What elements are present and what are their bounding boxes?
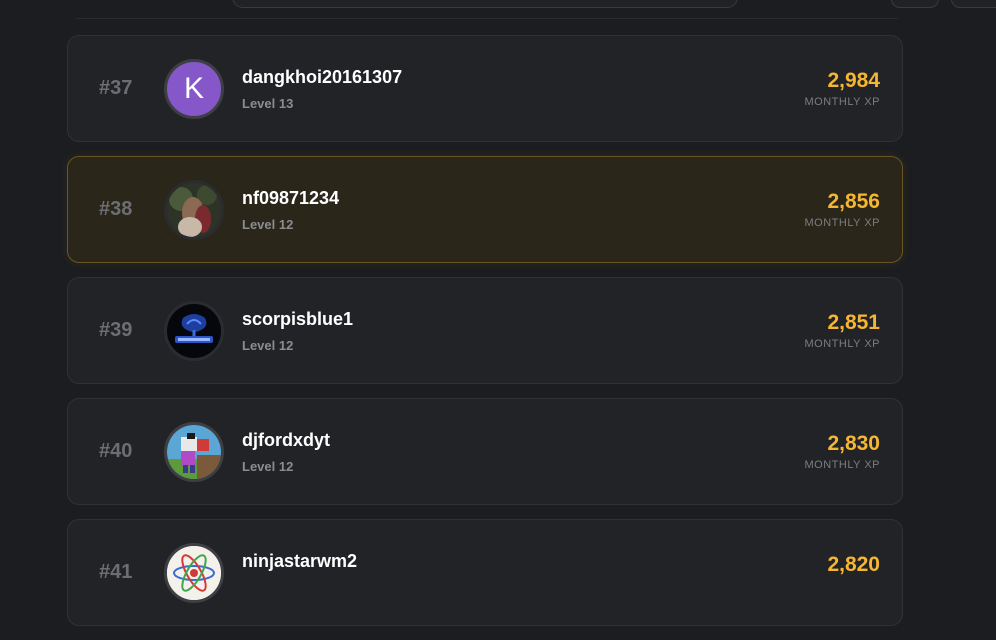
user-level: Level 12 — [242, 338, 294, 353]
divider — [76, 18, 898, 19]
user-info: nf09871234 Level 12 — [242, 187, 339, 232]
xp-label: MONTHLY XP — [804, 96, 880, 108]
leaderboard-row[interactable]: #39 scorpisblue1 Level 12 2,851 MONTHLY … — [67, 277, 903, 384]
atom-icon-avatar — [164, 542, 224, 603]
username[interactable]: djfordxdyt — [242, 429, 330, 451]
avatar-letter: K — [183, 71, 204, 105]
xp-block: 2,984 MONTHLY XP — [805, 69, 881, 108]
leaderboard-list: #37 K dangkhoi20161307 Level 13 2,984 MO… — [67, 35, 903, 640]
xp-value: 2,856 — [827, 190, 880, 213]
toolbar-button[interactable] — [951, 0, 996, 8]
rank: #39 — [99, 319, 133, 341]
xp-block: 2,851 MONTHLY XP — [805, 311, 881, 350]
username[interactable]: nf09871234 — [242, 187, 339, 209]
top-bar — [0, 0, 996, 20]
rank: #40 — [99, 440, 133, 462]
username[interactable]: ninjastarwm2 — [242, 550, 357, 572]
user-info: dangkhoi20161307 Level 13 — [242, 66, 402, 111]
pixel-game-avatar — [164, 421, 224, 482]
xp-label: MONTHLY XP — [804, 459, 880, 471]
user-level: Level 12 — [242, 459, 294, 474]
user-info: ninjastarwm2 — [242, 550, 357, 572]
scorpion-logo-avatar — [164, 300, 224, 361]
username[interactable]: scorpisblue1 — [242, 308, 353, 330]
search-input[interactable] — [232, 0, 738, 8]
photo-avatar — [164, 179, 224, 240]
xp-block: 2,820 — [827, 553, 880, 577]
rank: #37 — [99, 77, 133, 99]
xp-label: MONTHLY XP — [804, 217, 880, 229]
leaderboard-row[interactable]: #40 djfordxdyt Level 12 2,830 MONTHLY XP — [67, 398, 903, 505]
xp-value: 2,830 — [827, 432, 880, 455]
username[interactable]: dangkhoi20161307 — [242, 66, 402, 88]
toolbar-button[interactable] — [891, 0, 939, 8]
rank: #38 — [99, 198, 133, 220]
leaderboard-row[interactable]: #37 K dangkhoi20161307 Level 13 2,984 MO… — [67, 35, 903, 142]
xp-value: 2,984 — [827, 69, 880, 92]
xp-value: 2,820 — [827, 553, 880, 576]
xp-label: MONTHLY XP — [804, 338, 880, 350]
user-level: Level 13 — [242, 96, 294, 111]
leaderboard-row[interactable]: #41 ninjastarwm2 2,820 — [67, 519, 903, 626]
leaderboard-row-current-user[interactable]: #38 nf09871234 Level 12 2,856 MONTHLY XP — [67, 156, 903, 263]
rank: #41 — [99, 561, 133, 583]
xp-block: 2,830 MONTHLY XP — [805, 432, 881, 471]
xp-block: 2,856 MONTHLY XP — [805, 190, 881, 229]
user-level: Level 12 — [242, 217, 294, 232]
user-info: djfordxdyt Level 12 — [242, 429, 330, 474]
xp-value: 2,851 — [827, 311, 880, 334]
user-info: scorpisblue1 Level 12 — [242, 308, 353, 353]
letter-avatar: K — [164, 58, 224, 119]
